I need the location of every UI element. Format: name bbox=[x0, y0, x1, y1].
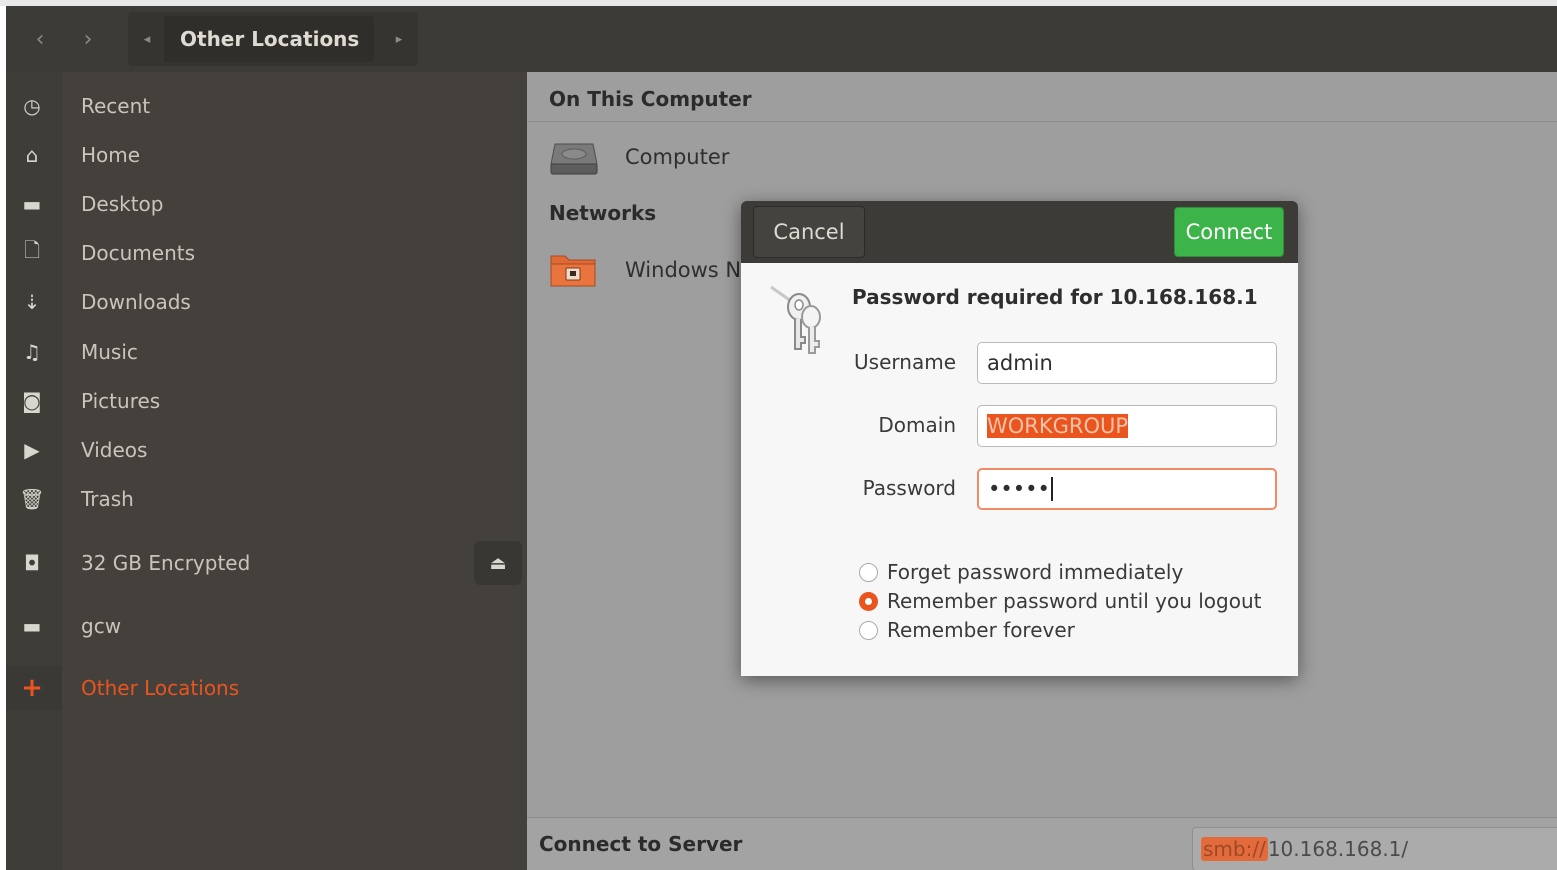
radio-forget-immediately[interactable]: Forget password immediately bbox=[859, 558, 1183, 586]
domain-value: WORKGROUP bbox=[987, 414, 1129, 438]
sidebar-item-label: gcw bbox=[81, 614, 122, 638]
connect-button[interactable]: Connect bbox=[1174, 207, 1284, 257]
back-button[interactable]: ‹ bbox=[16, 12, 64, 66]
section-on-this-computer: On This Computer bbox=[527, 76, 1557, 122]
radio-label: Remember forever bbox=[887, 618, 1075, 642]
sidebar-item-downloads[interactable]: ⇣ Downloads bbox=[6, 280, 527, 324]
folder-icon: ▬ bbox=[22, 614, 42, 638]
server-address-input[interactable]: smb:// 10.168.168.1/ bbox=[1192, 827, 1557, 870]
domain-field[interactable]: WORKGROUP bbox=[977, 405, 1277, 447]
dialog-title: Password required for 10.168.168.1 bbox=[852, 285, 1258, 309]
sidebar-item-label: Documents bbox=[81, 241, 196, 265]
sidebar-item-encrypted-drive[interactable]: ◘ 32 GB Encrypted ⏏ bbox=[6, 541, 527, 585]
sidebar-item-label: Videos bbox=[81, 438, 148, 462]
radio-button-checked[interactable] bbox=[859, 591, 878, 611]
radio-button[interactable] bbox=[859, 620, 878, 640]
sidebar-item-label: Music bbox=[81, 340, 138, 364]
hard-drive-icon bbox=[550, 143, 598, 175]
eject-button[interactable]: ⏏ bbox=[474, 541, 522, 585]
forward-button[interactable]: › bbox=[64, 12, 112, 66]
dialog-body: Password required for 10.168.168.1 Usern… bbox=[741, 263, 1298, 676]
sidebar-item-label: Pictures bbox=[81, 389, 161, 413]
radio-remember-forever[interactable]: Remember forever bbox=[859, 616, 1075, 644]
drive-icon: ◘ bbox=[24, 551, 40, 575]
sidebar-item-recent[interactable]: ◷ Recent bbox=[6, 84, 527, 128]
username-label: Username bbox=[854, 350, 956, 374]
arrow-right-icon: ▸ bbox=[395, 31, 403, 47]
sidebar-item-label: Recent bbox=[81, 94, 151, 118]
folder-icon: ▬ bbox=[22, 192, 42, 216]
keys-icon bbox=[770, 285, 821, 354]
server-address-text: 10.168.168.1/ bbox=[1267, 837, 1409, 861]
path-bar: ◂ Other Locations ▸ bbox=[128, 12, 418, 66]
sidebar-item-label: Desktop bbox=[81, 192, 164, 216]
plus-icon: + bbox=[21, 673, 43, 703]
cancel-button[interactable]: Cancel bbox=[753, 206, 865, 258]
password-value: ••••• bbox=[988, 477, 1050, 501]
connect-to-server-bar: Connect to Server smb:// 10.168.168.1/ bbox=[527, 817, 1557, 870]
radio-label: Remember password until you logout bbox=[887, 589, 1262, 613]
dialog-header: Cancel Connect bbox=[741, 201, 1298, 263]
sidebar-item-other-locations[interactable]: + Other Locations bbox=[6, 666, 527, 710]
eject-icon: ⏏ bbox=[489, 552, 507, 574]
connect-to-server-label: Connect to Server bbox=[539, 832, 743, 856]
sidebar-item-label: Trash bbox=[81, 487, 134, 511]
sidebar-item-music[interactable]: ♫ Music bbox=[6, 330, 527, 374]
chevron-left-icon: ‹ bbox=[35, 26, 45, 52]
sidebar-item-label: Other Locations bbox=[81, 676, 240, 700]
username-field[interactable]: admin bbox=[977, 342, 1277, 384]
video-icon: ▶ bbox=[24, 438, 40, 462]
location-computer[interactable]: Computer bbox=[527, 129, 1557, 185]
chevron-right-icon: › bbox=[83, 26, 93, 52]
text-caret bbox=[1050, 477, 1053, 501]
sidebar-item-desktop[interactable]: ▬ Desktop bbox=[6, 182, 527, 226]
path-scroll-left-button[interactable]: ◂ bbox=[132, 12, 162, 66]
network-folder-icon bbox=[550, 255, 596, 287]
sidebar: ◷ Recent ⌂ Home ▬ Desktop 🗋 Documents ⇣ … bbox=[6, 72, 527, 870]
sidebar-item-pictures[interactable]: ◙ Pictures bbox=[6, 379, 527, 423]
camera-icon: ◙ bbox=[22, 389, 42, 413]
download-icon: ⇣ bbox=[23, 290, 41, 314]
radio-label: Forget password immediately bbox=[887, 560, 1184, 584]
domain-label: Domain bbox=[878, 413, 956, 437]
path-scroll-right-button[interactable]: ▸ bbox=[384, 12, 414, 66]
password-dialog: Cancel Connect Password required for 10.… bbox=[741, 201, 1298, 676]
breadcrumb-other-locations[interactable]: Other Locations bbox=[164, 16, 374, 62]
sidebar-item-label: 32 GB Encrypted bbox=[81, 551, 251, 575]
username-value: admin bbox=[987, 351, 1053, 375]
arrow-left-icon: ◂ bbox=[143, 31, 151, 47]
sidebar-item-label: Home bbox=[81, 143, 141, 167]
home-icon: ⌂ bbox=[25, 143, 39, 167]
radio-button[interactable] bbox=[859, 562, 878, 582]
sidebar-item-trash[interactable]: 🗑 Trash bbox=[6, 477, 527, 521]
sidebar-item-videos[interactable]: ▶ Videos bbox=[6, 428, 527, 472]
document-icon: 🗋 bbox=[23, 238, 41, 262]
header-bar: ‹ › ◂ Other Locations ▸ bbox=[6, 6, 1557, 72]
location-label: Computer bbox=[625, 145, 730, 169]
sidebar-item-documents[interactable]: 🗋 Documents bbox=[6, 231, 527, 275]
clock-icon: ◷ bbox=[23, 94, 41, 118]
password-label: Password bbox=[862, 476, 956, 500]
music-icon: ♫ bbox=[23, 340, 41, 364]
radio-remember-until-logout[interactable]: Remember password until you logout bbox=[859, 587, 1261, 615]
server-scheme-text: smb:// bbox=[1201, 837, 1268, 861]
sidebar-item-home[interactable]: ⌂ Home bbox=[6, 133, 527, 177]
trash-icon: 🗑 bbox=[19, 487, 45, 511]
password-field[interactable]: ••••• bbox=[977, 468, 1277, 510]
sidebar-item-label: Downloads bbox=[81, 290, 191, 314]
sidebar-item-gcw[interactable]: ▬ gcw bbox=[6, 604, 527, 648]
